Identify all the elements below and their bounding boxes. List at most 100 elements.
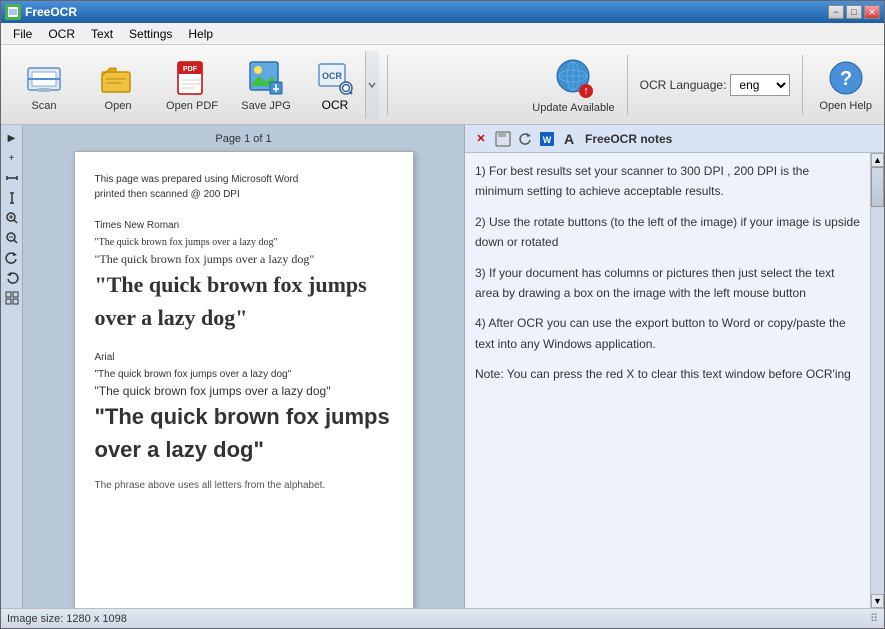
window-controls: − □ ✕ [828, 5, 880, 19]
side-tools-panel: ▶ + [1, 125, 23, 608]
svg-text:↑: ↑ [584, 85, 590, 97]
save-notes-button[interactable] [493, 129, 513, 149]
app-icon [5, 4, 21, 20]
status-bar: Image size: 1280 x 1098 ⠿ [1, 608, 884, 628]
ocr-icon: OCR [316, 58, 354, 96]
note-5: Note: You can press the red X to clear t… [475, 364, 860, 384]
scan-icon [24, 58, 64, 98]
save-jpg-icon [246, 58, 286, 98]
scan-label: Scan [31, 100, 56, 112]
page-text-content: This page was prepared using Microsoft W… [95, 172, 393, 493]
toolbar-separator-3 [802, 55, 803, 115]
font2-small1: "The quick brown fox jumps over a lazy d… [95, 367, 393, 382]
notes-panel: ✕ [464, 125, 884, 608]
font-button[interactable]: A [559, 129, 579, 149]
scroll-up-button[interactable]: ▲ [871, 153, 884, 167]
open-button[interactable]: Open [83, 51, 153, 119]
alphabet-phrase: The phrase above uses all letters from t… [95, 478, 393, 493]
main-area: ▶ + [1, 125, 884, 608]
status-resize-handle[interactable]: ⠿ [870, 612, 878, 625]
document-view[interactable]: Page 1 of 1 This page was prepared using… [23, 125, 464, 608]
font1-name: Times New Roman [95, 218, 393, 233]
notes-scrollbar: ▲ ▼ [870, 153, 884, 608]
toolbar: Scan Open PDF [1, 45, 884, 125]
open-pdf-label: Open PDF [166, 100, 218, 112]
rotate-notes-button[interactable] [515, 129, 535, 149]
font2-small2: "The quick brown fox jumps over a lazy d… [95, 382, 393, 400]
font1-small1: "The quick brown fox jumps over a lazy d… [95, 235, 393, 250]
svg-text:?: ? [840, 68, 852, 90]
play-button[interactable]: ▶ [3, 129, 21, 147]
notes-text-area[interactable]: 1) For best results set your scanner to … [465, 153, 870, 608]
close-button[interactable]: ✕ [864, 5, 880, 19]
rotate-cw-button[interactable] [3, 269, 21, 287]
main-window: FreeOCR − □ ✕ File OCR Text Settings Hel… [0, 0, 885, 629]
zoom-out-tool[interactable] [3, 229, 21, 247]
fit-width-button[interactable] [3, 169, 21, 187]
ocr-button-group: OCR OCR [305, 51, 379, 119]
font2-name: Arial [95, 350, 393, 365]
menu-ocr[interactable]: OCR [40, 25, 83, 43]
rotate-ccw-button[interactable] [3, 249, 21, 267]
font2-large: "The quick brown fox jumps over a lazy d… [95, 400, 393, 466]
note-2: 2) Use the rotate buttons (to the left o… [475, 212, 860, 253]
scroll-track [871, 167, 884, 594]
menu-text[interactable]: Text [83, 25, 121, 43]
help-label: Open Help [819, 100, 872, 112]
help-icon: ? [826, 58, 866, 98]
intro-line1: This page was prepared using Microsoft W… [95, 174, 299, 185]
open-label: Open [105, 100, 132, 112]
status-text: Image size: 1280 x 1098 [7, 613, 127, 625]
ocr-label: OCR [322, 98, 349, 112]
notes-content-wrapper: 1) For best results set your scanner to … [465, 153, 884, 608]
note-4: 4) After OCR you can use the export butt… [475, 313, 860, 354]
page-label: Page 1 of 1 [215, 133, 271, 145]
svg-text:PDF: PDF [183, 66, 198, 73]
notes-panel-header: ✕ [465, 125, 884, 153]
zoom-in-tool[interactable] [3, 209, 21, 227]
notes-panel-title: FreeOCR notes [585, 132, 672, 146]
menu-bar: File OCR Text Settings Help [1, 23, 884, 45]
save-jpg-label: Save JPG [241, 100, 291, 112]
menu-file[interactable]: File [5, 25, 40, 43]
font1-large: "The quick brown fox jumps over a lazy d… [95, 268, 393, 334]
title-bar-text: FreeOCR [5, 4, 77, 20]
help-button[interactable]: ? Open Help [815, 54, 876, 116]
ocr-language-label: OCR Language: [640, 78, 727, 92]
menu-settings[interactable]: Settings [121, 25, 180, 43]
ocr-button[interactable]: OCR OCR [305, 51, 365, 119]
note-3: 3) If your document has columns or pictu… [475, 263, 860, 304]
window-title: FreeOCR [25, 5, 77, 19]
svg-text:OCR: OCR [322, 71, 343, 81]
note-1: 1) For best results set your scanner to … [475, 161, 860, 202]
ocr-language-section: OCR Language: eng [640, 74, 791, 96]
zoom-in-button[interactable]: + [3, 149, 21, 167]
update-icon: ↑ [551, 56, 595, 100]
open-icon [98, 58, 138, 98]
maximize-button[interactable]: □ [846, 5, 862, 19]
clear-notes-button[interactable]: ✕ [471, 129, 491, 149]
open-pdf-icon: PDF [172, 58, 212, 98]
svg-text:W: W [543, 135, 552, 145]
scan-button[interactable]: Scan [9, 51, 79, 119]
toolbar-separator-2 [627, 55, 628, 115]
menu-help[interactable]: Help [180, 25, 221, 43]
export-word-button[interactable]: W [537, 129, 557, 149]
grid-tool[interactable] [3, 289, 21, 307]
minimize-button[interactable]: − [828, 5, 844, 19]
page-content-area: This page was prepared using Microsoft W… [74, 151, 414, 608]
ocr-dropdown-button[interactable] [365, 51, 379, 119]
scroll-down-button[interactable]: ▼ [871, 594, 884, 608]
scroll-thumb[interactable] [871, 167, 884, 207]
intro-line2: printed then scanned @ 200 DPI [95, 189, 240, 200]
fit-height-button[interactable] [3, 189, 21, 207]
intro-text: This page was prepared using Microsoft W… [95, 172, 393, 202]
update-button[interactable]: ↑ Update Available [532, 56, 614, 114]
save-jpg-button[interactable]: Save JPG [231, 51, 301, 119]
font1-small2: "The quick brown fox jumps over a lazy d… [95, 250, 393, 268]
toolbar-right: ↑ Update Available OCR Language: eng [532, 54, 876, 116]
open-pdf-button[interactable]: PDF Open PDF [157, 51, 227, 119]
update-label: Update Available [532, 102, 614, 114]
ocr-language-select[interactable]: eng [730, 74, 790, 96]
title-bar: FreeOCR − □ ✕ [1, 1, 884, 23]
